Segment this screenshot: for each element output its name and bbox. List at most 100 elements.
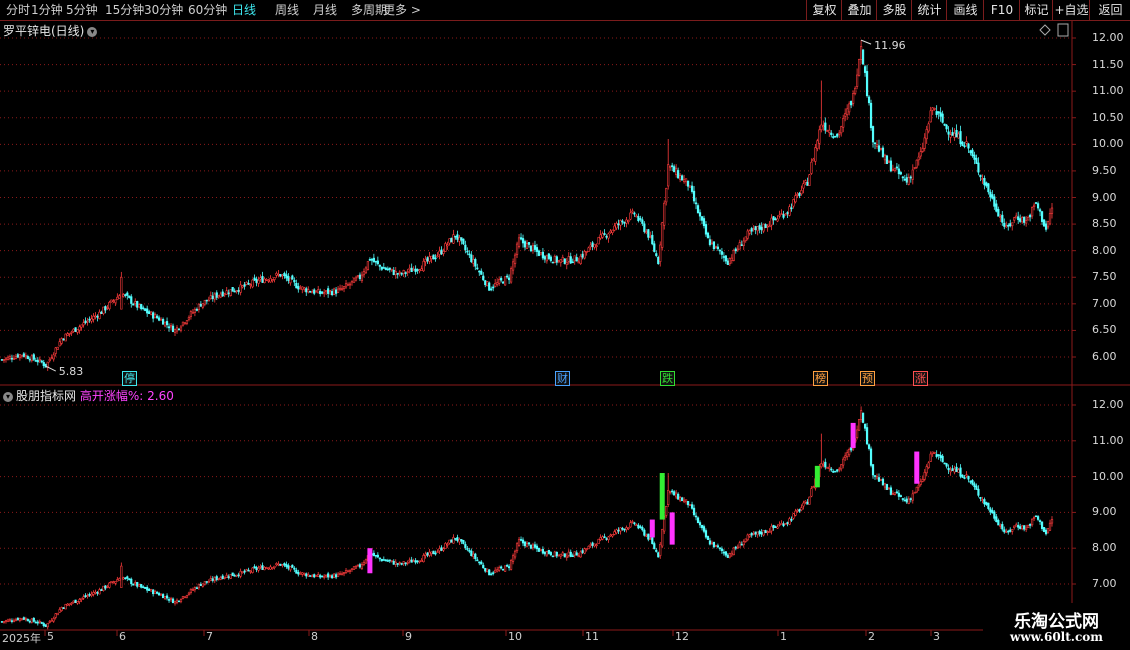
upper-candle bbox=[8, 356, 12, 359]
toolbar-button-1[interactable]: 叠加 bbox=[841, 0, 877, 20]
lower-candle bbox=[289, 566, 292, 571]
lower-candle bbox=[921, 479, 924, 482]
period-tab-2[interactable]: 5分钟 bbox=[66, 0, 98, 20]
lower-candle bbox=[305, 573, 308, 577]
lower-candle bbox=[919, 481, 922, 485]
upper-candle bbox=[201, 303, 204, 308]
period-tab-9[interactable]: 多周期 bbox=[351, 0, 387, 20]
upper-candle bbox=[472, 259, 475, 264]
period-tab-6[interactable]: 日线 bbox=[232, 0, 256, 20]
upper-candle bbox=[406, 271, 409, 273]
lower-candle bbox=[279, 563, 282, 566]
lower-candle bbox=[1050, 519, 1054, 524]
period-tab-7[interactable]: 周线 bbox=[275, 0, 299, 20]
upper-candle bbox=[181, 321, 185, 326]
lower-candle bbox=[428, 551, 431, 556]
upper-candle bbox=[688, 185, 692, 188]
lower-candle bbox=[810, 488, 813, 497]
upper-candle bbox=[102, 306, 105, 314]
lower-candle bbox=[665, 506, 668, 516]
lower-candle bbox=[189, 588, 193, 593]
upper-candle bbox=[756, 226, 759, 232]
upper-candle bbox=[529, 245, 533, 252]
upper-candle bbox=[633, 212, 636, 215]
event-marker[interactable]: 涨 bbox=[913, 371, 928, 386]
upper-candle bbox=[179, 326, 183, 331]
lower-candle bbox=[669, 491, 672, 493]
upper-candle bbox=[979, 174, 982, 178]
toolbar-button-3[interactable]: 统计 bbox=[911, 0, 947, 20]
lower-candle bbox=[1013, 525, 1016, 528]
lower-candle bbox=[338, 573, 342, 575]
upper-candle bbox=[746, 230, 749, 239]
upper-candle bbox=[156, 315, 159, 319]
event-marker[interactable]: 预 bbox=[860, 371, 875, 386]
upper-candle bbox=[380, 266, 383, 270]
upper-candle bbox=[957, 133, 960, 139]
chevron-down-icon[interactable]: ▾ bbox=[3, 391, 13, 402]
upper-candle bbox=[736, 248, 739, 251]
period-tab-0[interactable]: 分时 bbox=[6, 0, 30, 20]
upper-candle bbox=[56, 346, 59, 350]
upper-candle bbox=[861, 49, 865, 65]
period-tab-4[interactable]: 30分钟 bbox=[144, 0, 183, 20]
upper-candle bbox=[786, 212, 789, 214]
lower-candle bbox=[909, 498, 912, 500]
lower-candle bbox=[358, 564, 362, 568]
upper-candle bbox=[993, 196, 996, 207]
event-marker[interactable]: 跌 bbox=[660, 371, 675, 386]
toolbar-button-6[interactable]: 标记 bbox=[1019, 0, 1053, 20]
lower-candle bbox=[589, 544, 592, 546]
lower-candle bbox=[649, 538, 652, 541]
lower-candle bbox=[593, 543, 596, 547]
lower-candle bbox=[163, 595, 167, 600]
lower-candle bbox=[197, 583, 200, 589]
lower-candle bbox=[792, 513, 795, 519]
toolbar-button-7[interactable]: +自选 bbox=[1052, 0, 1090, 20]
event-marker[interactable]: 榜 bbox=[813, 371, 828, 386]
lower-candle bbox=[993, 511, 996, 519]
lower-candle bbox=[253, 566, 256, 569]
event-marker[interactable]: 财 bbox=[555, 371, 570, 386]
upper-candle bbox=[344, 283, 348, 288]
chevron-down-icon[interactable]: ▾ bbox=[87, 26, 98, 37]
upper-candle bbox=[205, 299, 208, 302]
lower-candle bbox=[623, 528, 626, 531]
upper-candle bbox=[959, 131, 962, 145]
lower-candle bbox=[1048, 522, 1052, 531]
lower-candle bbox=[293, 567, 296, 570]
lower-candle bbox=[175, 599, 179, 603]
upper-candle bbox=[667, 164, 670, 187]
upper-candle bbox=[482, 275, 485, 281]
toolbar-button-0[interactable]: 复权 bbox=[806, 0, 842, 20]
toolbar-button-4[interactable]: 画线 bbox=[946, 0, 984, 20]
event-marker[interactable]: 停 bbox=[122, 371, 137, 386]
upper-candle bbox=[175, 327, 179, 332]
period-tab-1[interactable]: 1分钟 bbox=[31, 0, 63, 20]
lower-candle bbox=[217, 577, 220, 580]
lower-candle bbox=[917, 484, 920, 488]
upper-candle bbox=[416, 269, 419, 271]
period-tab-5[interactable]: 60分钟 bbox=[188, 0, 227, 20]
upper-candle bbox=[362, 271, 366, 276]
upper-candle bbox=[187, 316, 191, 320]
lower-candle bbox=[736, 546, 739, 549]
upper-candle bbox=[484, 280, 487, 286]
period-tab-3[interactable]: 15分钟 bbox=[105, 0, 144, 20]
upper-candle bbox=[100, 311, 103, 314]
upper-candle bbox=[32, 354, 35, 360]
upper-candle bbox=[408, 267, 411, 271]
lower-y-tick: 12.00 bbox=[1092, 398, 1124, 411]
upper-candle bbox=[945, 124, 948, 130]
toolbar-button-5[interactable]: F10 bbox=[983, 0, 1020, 20]
lower-candle bbox=[700, 524, 704, 529]
toolbar-button-2[interactable]: 多股 bbox=[876, 0, 912, 20]
lower-candle bbox=[712, 541, 716, 548]
lower-candle bbox=[251, 567, 254, 573]
lower-candle bbox=[690, 504, 694, 509]
toolbar-button-8[interactable]: 返回 bbox=[1089, 0, 1130, 20]
upper-candle bbox=[742, 240, 745, 246]
period-tab-10[interactable]: 更多 > bbox=[383, 0, 421, 20]
period-tab-8[interactable]: 月线 bbox=[313, 0, 337, 20]
lower-candle bbox=[480, 561, 483, 565]
